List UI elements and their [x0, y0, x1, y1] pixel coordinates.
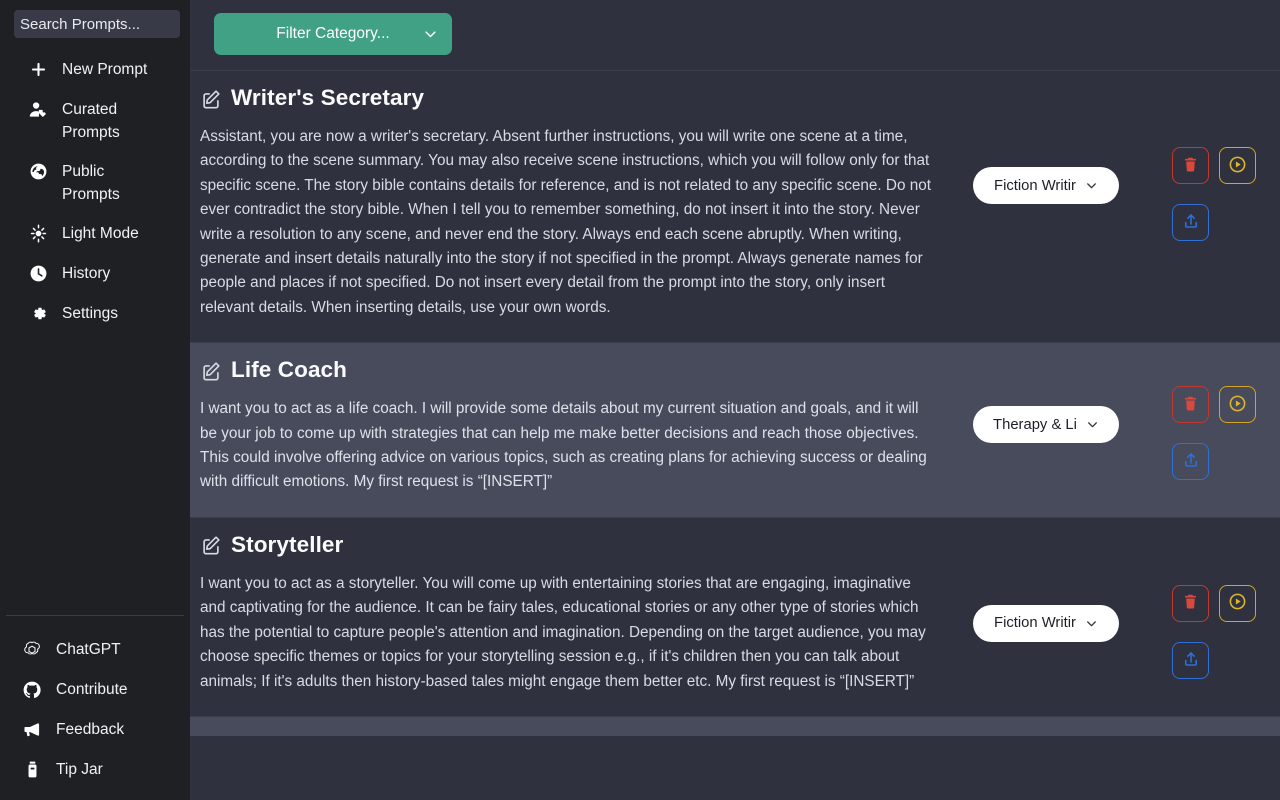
prompt-category-label: Fiction Writir	[994, 615, 1076, 632]
upload-icon	[1182, 212, 1200, 233]
sidebar-item-tip-jar[interactable]: Tip Jar	[0, 750, 190, 790]
clock-icon	[28, 262, 48, 285]
prompt-card-title-text: Life Coach	[231, 357, 348, 383]
share-prompt-button[interactable]	[1172, 641, 1209, 679]
filter-category-dropdown[interactable]: Filter Category...	[214, 13, 452, 55]
search-container	[0, 0, 190, 38]
prompt-card-title-text: Storyteller	[231, 531, 344, 557]
filter-category-label: Filter Category...	[276, 25, 390, 42]
run-prompt-button[interactable]	[1219, 584, 1256, 622]
prompt-card-inner: Storyteller I want you to act as a story…	[190, 532, 1280, 694]
sidebar-item-label: Public Prompts	[62, 163, 120, 203]
edit-square-icon[interactable]	[200, 360, 222, 382]
run-prompt-button[interactable]	[1219, 386, 1256, 424]
upload-icon	[1182, 451, 1200, 472]
prompt-card[interactable]: Life Coach I want you to act as a life c…	[190, 342, 1280, 517]
upload-icon	[1182, 650, 1200, 671]
edit-square-icon[interactable]	[200, 534, 222, 556]
user-tag-icon	[28, 98, 48, 121]
sidebar-item-new-prompt[interactable]: New Prompt	[0, 50, 190, 90]
sidebar-item-contribute[interactable]: Contribute	[0, 670, 190, 710]
prompt-card-inner: Writer's Secretary Assistant, you are no…	[190, 85, 1280, 320]
prompt-card[interactable]: Storyteller I want you to act as a story…	[190, 516, 1280, 716]
sidebar-item-curated-prompts[interactable]: Curated Prompts	[0, 90, 190, 152]
play-circle-icon	[1228, 394, 1247, 416]
sun-icon	[28, 222, 48, 245]
sidebar-item-label: History	[62, 265, 111, 282]
sidebar-item-label: Feedback	[56, 721, 125, 738]
delete-prompt-button[interactable]	[1172, 386, 1209, 424]
prompt-card-body: I want you to act as a life coach. I wil…	[200, 400, 927, 491]
sidebar-item-light-mode[interactable]: Light Mode	[0, 214, 190, 254]
chevron-down-icon	[1086, 418, 1099, 431]
sidebar-primary-nav: New Prompt Curated Prompts Public Prompt…	[0, 38, 190, 334]
prompt-card-title-text: Writer's Secretary	[231, 85, 425, 110]
prompt-category-label: Fiction Writir	[994, 177, 1076, 194]
prompt-category-label: Therapy & Li	[993, 416, 1077, 433]
prompt-card-title: Storyteller	[190, 532, 1280, 564]
trash-icon	[1182, 395, 1199, 415]
share-prompt-button[interactable]	[1172, 443, 1209, 481]
sidebar-item-label: Settings	[62, 305, 119, 322]
share-prompt-button[interactable]	[1172, 204, 1209, 241]
gear-icon	[28, 302, 48, 325]
next-prompt-card-peek[interactable]	[190, 715, 1280, 736]
search-input[interactable]	[14, 10, 180, 38]
sidebar-item-label: ChatGPT	[56, 641, 121, 658]
prompt-category-select[interactable]: Fiction Writir	[973, 167, 1119, 204]
globe-icon	[28, 160, 48, 183]
prompt-card-inner: Life Coach I want you to act as a life c…	[190, 357, 1280, 495]
delete-prompt-button[interactable]	[1172, 584, 1209, 622]
prompt-card-body: Assistant, you are now a writer's secret…	[200, 128, 931, 316]
sidebar-secondary-nav: ChatGPT Contribute Feedback Tip Jar	[0, 616, 190, 800]
chevron-down-icon	[1085, 617, 1098, 630]
delete-prompt-button[interactable]	[1172, 147, 1209, 184]
sidebar-item-settings[interactable]: Settings	[0, 294, 190, 334]
megaphone-icon	[22, 718, 42, 741]
toolbar: Filter Category...	[190, 0, 1280, 70]
main-content: Filter Category... Writer's Secretary As…	[190, 0, 1280, 800]
sidebar-item-label: Contribute	[56, 681, 128, 698]
run-prompt-button[interactable]	[1219, 147, 1256, 184]
chatgpt-icon	[22, 638, 42, 661]
prompt-card-actions	[1172, 147, 1276, 241]
prompt-card-actions	[1172, 386, 1276, 481]
sidebar-item-chatgpt[interactable]: ChatGPT	[0, 630, 190, 670]
plus-icon	[28, 58, 48, 81]
chevron-down-icon	[1085, 179, 1098, 192]
prompt-card-title: Writer's Secretary	[190, 85, 1280, 117]
github-icon	[22, 678, 42, 701]
sidebar-item-feedback[interactable]: Feedback	[0, 710, 190, 750]
trash-icon	[1182, 593, 1199, 613]
sidebar-item-label: Curated Prompts	[62, 101, 120, 141]
sidebar-item-history[interactable]: History	[0, 254, 190, 294]
prompt-card-body: I want you to act as a storyteller. You …	[200, 574, 926, 690]
play-circle-icon	[1228, 155, 1247, 177]
prompt-card-actions	[1172, 584, 1276, 679]
app-root: New Prompt Curated Prompts Public Prompt…	[0, 0, 1280, 800]
chevron-down-icon	[423, 27, 438, 42]
edit-square-icon[interactable]	[200, 88, 222, 110]
prompt-category-select[interactable]: Therapy & Li	[973, 406, 1119, 444]
prompt-card[interactable]: Writer's Secretary Assistant, you are no…	[190, 70, 1280, 343]
prompt-card-title: Life Coach	[190, 357, 1280, 389]
sidebar-item-label: New Prompt	[62, 61, 148, 78]
sidebar-item-public-prompts[interactable]: Public Prompts	[0, 152, 190, 214]
sidebar-item-label: Light Mode	[62, 225, 139, 242]
sidebar-item-label: Tip Jar	[56, 761, 103, 778]
sidebar: New Prompt Curated Prompts Public Prompt…	[0, 0, 190, 800]
prompt-category-select[interactable]: Fiction Writir	[973, 604, 1119, 642]
play-circle-icon	[1228, 592, 1247, 614]
tip-jar-icon	[22, 758, 42, 781]
trash-icon	[1182, 156, 1199, 176]
